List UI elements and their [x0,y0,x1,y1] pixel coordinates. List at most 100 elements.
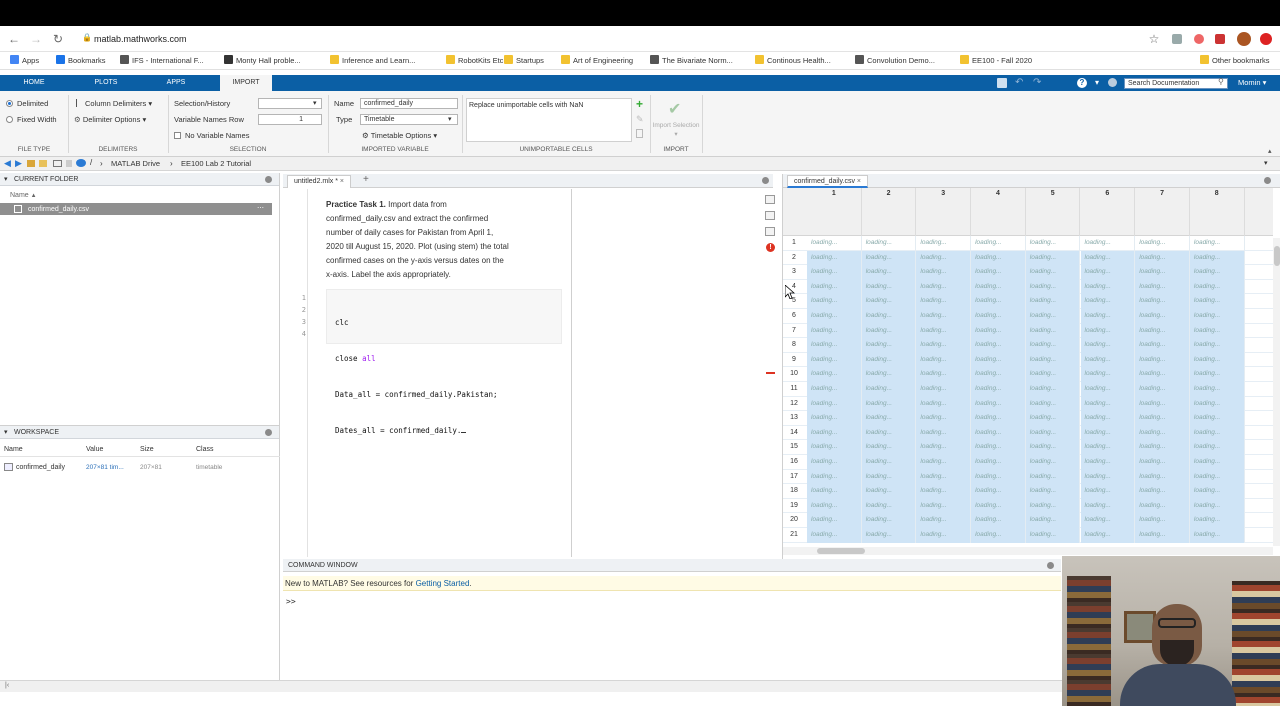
row-number[interactable]: 13 [783,411,805,426]
grid-cell[interactable]: loading... [916,382,972,397]
grid-cell[interactable]: loading... [807,279,862,295]
grid-cell[interactable]: loading... [1025,352,1081,368]
grid-cell[interactable]: loading... [1189,513,1245,528]
grid-cell[interactable]: loading... [1135,411,1190,426]
grid-cell[interactable]: loading... [861,455,917,470]
code-line[interactable]: Data_all = confirmed_daily.Pakistan; [335,389,498,401]
grid-cell[interactable]: loading... [1189,352,1245,368]
grid-cell[interactable]: loading... [861,440,917,455]
bookmark-item[interactable]: Convolution Demo... [855,55,935,67]
collapse-icon[interactable]: ▾ [4,173,8,186]
grid-cell[interactable]: loading... [861,469,917,485]
table-row[interactable]: 7 loading... loading... loading... loading..… [783,323,1273,339]
column-header[interactable]: 8 [1190,188,1245,236]
grid-cell[interactable]: loading... [1189,396,1245,412]
grid-cell[interactable]: loading... [916,250,972,266]
grid-cell[interactable]: loading... [1189,250,1245,266]
row-number[interactable]: 12 [783,397,805,412]
vertical-scrollbar[interactable] [1273,238,1280,546]
user-menu[interactable]: Momin ▾ [1238,75,1266,91]
ws-col-size[interactable]: Size [140,444,154,455]
browser-menu-icon[interactable] [1260,33,1272,45]
grid-cell[interactable]: loading... [916,352,972,368]
grid-cell[interactable]: loading... [861,484,917,499]
table-row[interactable]: 17 loading... loading... loading... loading.… [783,469,1273,485]
breadcrumb-folder[interactable]: EE100 Lab 2 Tutorial [181,159,251,169]
table-row[interactable]: 4 loading... loading... loading... loading..… [783,279,1273,295]
grid-cell[interactable]: loading... [971,528,1026,543]
grid-cell[interactable]: loading... [916,484,972,499]
community-icon[interactable] [1108,78,1117,87]
grid-cell[interactable]: loading... [807,309,862,324]
grid-cell[interactable]: loading... [1025,411,1081,426]
code-block[interactable]: clc close all Data_all = confirmed_daily… [326,289,562,435]
grid-cell[interactable]: loading... [971,250,1026,266]
grid-cell[interactable]: loading... [861,279,917,295]
table-row[interactable]: 13 loading... loading... loading... loading.… [783,411,1273,426]
panel-options-icon[interactable] [265,176,272,183]
grid-cell[interactable]: loading... [916,440,972,455]
collapse-panels-icon[interactable]: |‹ [5,682,9,689]
grid-cell[interactable]: loading... [971,265,1026,280]
code-line[interactable]: clc [335,317,498,329]
bookmark-item[interactable]: The Bivariate Norm... [650,55,733,67]
grid-cell[interactable]: loading... [807,382,862,397]
extension-icon-2[interactable] [1194,34,1204,44]
collapse-icon[interactable]: ▾ [4,426,8,439]
grid-cell[interactable]: loading... [971,309,1026,324]
grid-cell[interactable]: loading... [1025,455,1081,470]
row-number[interactable]: 16 [783,455,805,470]
back-icon[interactable]: ◀ [4,158,11,169]
column-delimiters-dropdown[interactable]: Column Delimiters ▾ [76,99,152,109]
up-folder-icon[interactable] [27,160,35,167]
grid-cell[interactable]: loading... [1025,513,1081,528]
table-row[interactable]: 15 loading... loading... loading... loading.… [783,440,1273,455]
grid-cell[interactable]: loading... [1080,528,1136,543]
table-row[interactable]: 19 loading... loading... loading... loading.… [783,498,1273,514]
grid-cell[interactable]: loading... [1025,323,1081,339]
url-text[interactable]: matlab.mathworks.com [94,32,187,46]
grid-cell[interactable]: loading... [916,528,972,543]
grid-cell[interactable]: loading... [1080,279,1136,295]
extension-icon-3[interactable] [1215,34,1225,44]
grid-cell[interactable]: loading... [807,455,862,470]
reload-icon[interactable]: ↻ [50,32,66,46]
output-inline-icon[interactable] [765,195,775,204]
scrollbar-thumb[interactable] [1274,246,1280,266]
table-row[interactable]: 20 loading... loading... loading... loading.… [783,513,1273,528]
table-row[interactable]: 16 loading... loading... loading... loading.… [783,455,1273,470]
path-dropdown-icon[interactable]: ▾ [1264,159,1268,167]
grid-cell[interactable]: loading... [1135,528,1190,543]
bookmark-item[interactable]: Startups [504,55,544,67]
grid-cell[interactable]: loading... [1135,469,1190,485]
grid-cell[interactable]: loading... [1080,498,1136,514]
output-divider[interactable] [571,189,572,557]
grid-cell[interactable]: loading... [861,294,917,309]
grid-cell[interactable]: loading... [971,338,1026,353]
grid-cell[interactable]: loading... [807,484,862,499]
grid-cell[interactable]: loading... [971,323,1026,339]
grid-cell[interactable]: loading... [971,440,1026,455]
column-header[interactable]: 1 [807,188,862,236]
grid-cell[interactable]: loading... [1135,513,1190,528]
grid-cell[interactable]: loading... [1135,236,1190,251]
close-icon[interactable]: × [340,178,344,185]
column-header[interactable]: 5 [1026,188,1081,236]
grid-cell[interactable]: loading... [971,367,1026,382]
edit-rule-icon[interactable]: ✎ [636,114,644,125]
grid-cell[interactable]: loading... [1189,425,1245,441]
grid-cell[interactable]: loading... [807,265,862,280]
grid-cell[interactable]: loading... [807,294,862,309]
grid-cell[interactable]: loading... [1189,469,1245,485]
more-icon[interactable]: ⋯ [257,204,264,212]
grid-cell[interactable]: loading... [916,469,972,485]
grid-cell[interactable]: loading... [1135,440,1190,455]
grid-cell[interactable]: loading... [916,455,972,470]
grid-cell[interactable]: loading... [1080,309,1136,324]
collapse-toolstrip-icon[interactable]: ▴ [1268,147,1272,155]
grid-cell[interactable]: loading... [916,294,972,309]
row-number[interactable]: 7 [783,324,805,339]
grid-cell[interactable]: loading... [1135,484,1190,499]
grid-cell[interactable]: loading... [1135,323,1190,339]
row-number[interactable]: 11 [783,382,805,397]
